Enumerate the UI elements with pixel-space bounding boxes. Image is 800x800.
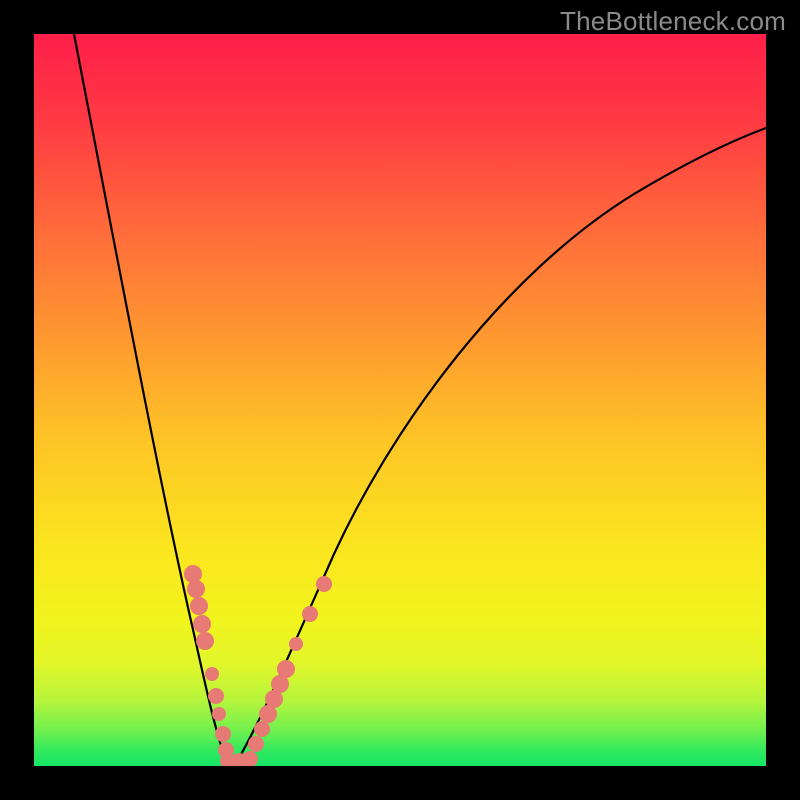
curve-right-branch [231, 128, 766, 766]
chart-plot-area [34, 34, 766, 766]
beads-right [248, 576, 332, 752]
beads-left [184, 565, 234, 758]
curve-left-branch [74, 34, 231, 766]
outer-frame: TheBottleneck.com [0, 0, 800, 800]
watermark-text: TheBottleneck.com [560, 6, 786, 37]
chart-svg [34, 34, 766, 766]
